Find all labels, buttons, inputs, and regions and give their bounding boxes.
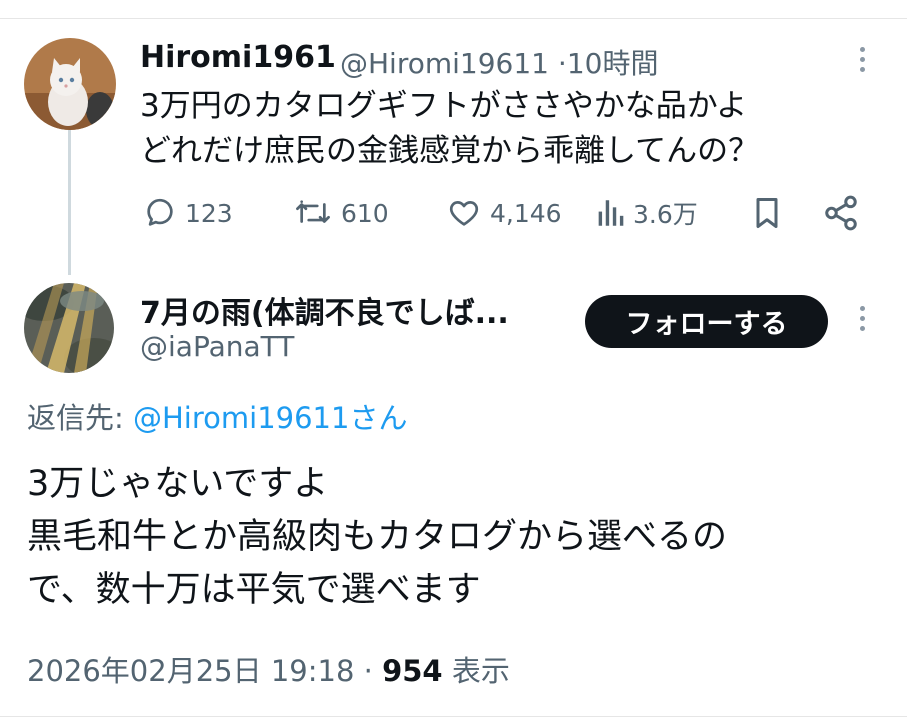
parent-handle-time[interactable]: @Hiromi19611 ·10時間 [340, 42, 658, 82]
bookmark-action[interactable] [752, 193, 782, 233]
reply-text-line-2: 黒毛和牛とか高級肉もカタログから選べるの [27, 517, 728, 557]
parent-more-icon[interactable] [858, 47, 866, 77]
reply-count: 123 [185, 198, 233, 228]
views-count: 3.6万 [633, 200, 698, 229]
reply-handle[interactable]: @iaPanaTT [140, 330, 294, 363]
heart-icon [449, 201, 479, 226]
parent-separator: · [557, 47, 567, 80]
like-count: 4,146 [490, 198, 562, 228]
reply-display-name[interactable]: 7月の雨(体調不良でしば... [140, 288, 509, 332]
reply-timestamp[interactable]: 2026年02月25日 19:18 [27, 654, 354, 688]
reply-to-prefix: 返信先: [27, 401, 124, 435]
repost-count: 610 [341, 198, 389, 228]
parent-handle[interactable]: @Hiromi19611 [340, 47, 549, 80]
bookmark-icon [756, 198, 778, 228]
meta-separator: · [363, 654, 373, 688]
reply-meta: 2026年02月25日 19:18 · 954 表示 [27, 648, 510, 690]
bottom-divider [0, 716, 907, 717]
parent-text-line-1: 3万円のカタログギフトがささやかな品かよ [140, 88, 748, 124]
repost-arrows-icon [296, 200, 330, 223]
parent-time-ago[interactable]: 10時間 [567, 47, 659, 80]
share-nodes-icon [825, 195, 857, 231]
reply-action[interactable]: 123 [143, 193, 233, 233]
reply-text-line-3: で、数十万は平気で選べます [27, 570, 481, 610]
reply-to-line: 返信先: @Hiromi19611さん [27, 395, 407, 437]
share-action[interactable] [822, 193, 860, 233]
parent-avatar[interactable] [24, 38, 116, 130]
parent-display-name[interactable]: Hiromi1961 [140, 40, 336, 75]
reply-bubble-icon [147, 198, 173, 226]
sunlight-clouds-avatar-icon [24, 283, 114, 373]
views-action[interactable]: 3.6万 [595, 193, 698, 233]
follow-button[interactable]: フォローする [585, 295, 828, 348]
view-count: 954 [382, 654, 443, 688]
top-divider [0, 18, 907, 19]
reply-more-icon[interactable] [858, 306, 866, 336]
parent-text-line-2: どれだけ庶民の金銭感覚から乖離してんの？ [140, 133, 760, 169]
like-action[interactable]: 4,146 [446, 193, 562, 233]
repost-action[interactable]: 610 [293, 193, 389, 233]
reply-text-line-1: 3万じゃないですよ [27, 464, 329, 504]
cat-photo-avatar-icon [24, 38, 116, 130]
thread-connector-line [68, 130, 71, 275]
reply-tweet-text: 3万じゃないですよ 黒毛和牛とか高級肉もカタログから選べるの で、数十万は平気で… [27, 458, 727, 617]
views-bars-icon [598, 200, 624, 226]
view-label: 表示 [451, 654, 510, 688]
reply-to-user-link[interactable]: @Hiromi19611さん [133, 401, 407, 435]
parent-tweet-text: 3万円のカタログギフトがささやかな品かよ どれだけ庶民の金銭感覚から乖離してんの… [140, 84, 759, 174]
reply-avatar[interactable] [24, 283, 114, 373]
